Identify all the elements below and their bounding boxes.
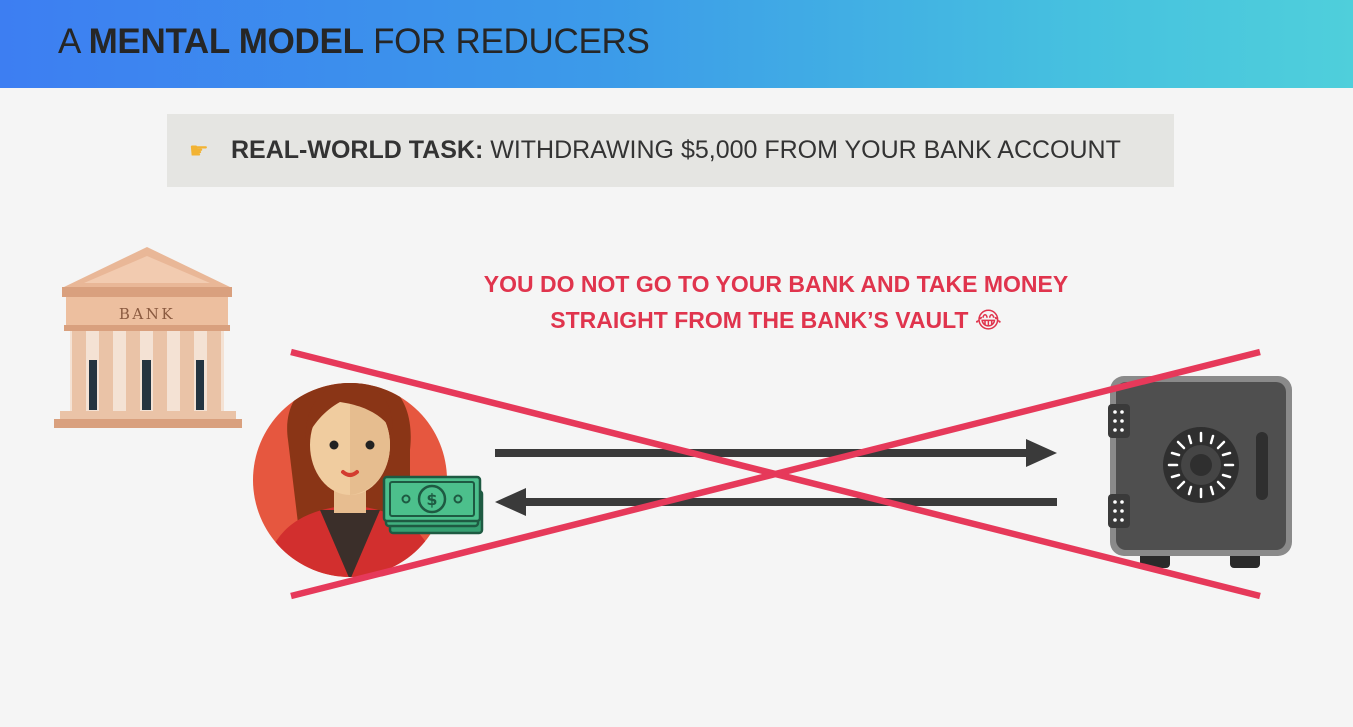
dollar-sign-icon: $ xyxy=(426,490,437,509)
diagram-scene: BANK $ xyxy=(54,247,1292,600)
withdraw-arrow xyxy=(495,488,1057,516)
bank-building-icon: BANK xyxy=(54,247,242,428)
deposit-arrow xyxy=(495,439,1057,467)
vault-safe-icon xyxy=(1108,376,1292,568)
bank-sign: BANK xyxy=(119,305,175,323)
cash-stack-icon: $ xyxy=(382,475,484,535)
